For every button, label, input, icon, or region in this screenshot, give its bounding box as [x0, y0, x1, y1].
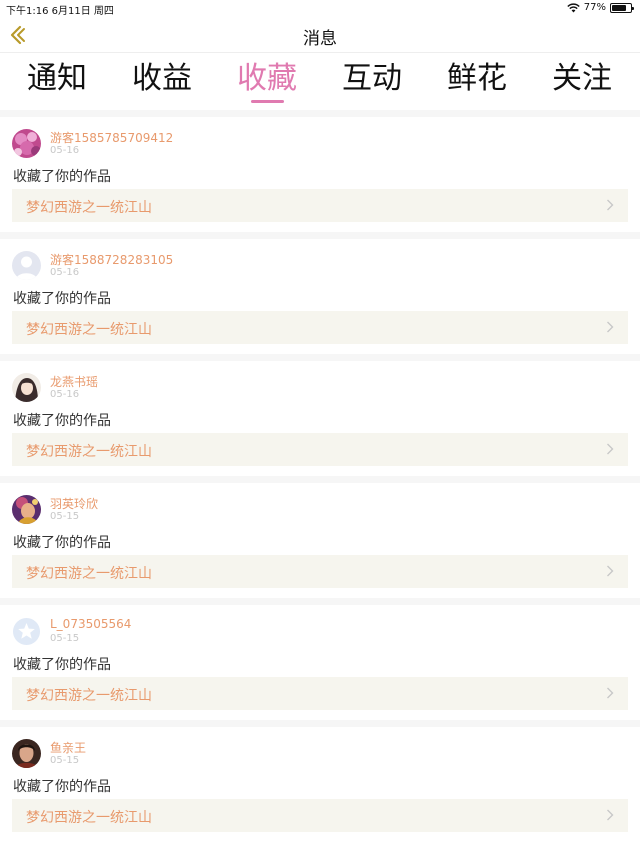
chevron-right-icon — [607, 199, 614, 211]
tab-notifications[interactable]: 通知 — [7, 59, 107, 99]
username[interactable]: L_073505564 — [50, 617, 131, 631]
username[interactable]: 游客1588728283105 — [50, 251, 173, 268]
list-item: 游客1585785709412 05-16 收藏了你的作品 梦幻西游之一统江山 — [0, 117, 640, 232]
chevron-right-icon — [607, 443, 614, 455]
tab-earnings[interactable]: 收益 — [112, 59, 212, 99]
avatar[interactable] — [12, 739, 41, 768]
work-title: 梦幻西游之一统江山 — [26, 322, 152, 338]
work-title: 梦幻西游之一统江山 — [26, 444, 152, 460]
list-item: 羽英玲欣 05-15 收藏了你的作品 梦幻西游之一统江山 — [0, 483, 640, 598]
chevron-right-icon — [607, 321, 614, 333]
work-title: 梦幻西游之一统江山 — [26, 688, 152, 704]
action-text: 收藏了你的作品 — [13, 413, 111, 429]
avatar[interactable] — [12, 373, 41, 402]
avatar[interactable] — [12, 129, 41, 158]
username[interactable]: 游客1585785709412 — [50, 129, 173, 146]
action-text: 收藏了你的作品 — [13, 291, 111, 307]
timestamp: 05-16 — [50, 267, 80, 278]
tab-following[interactable]: 关注 — [532, 59, 632, 99]
timestamp: 05-15 — [50, 511, 80, 522]
action-text: 收藏了你的作品 — [13, 779, 111, 795]
favorites-list: 游客1585785709412 05-16 收藏了你的作品 梦幻西游之一统江山 … — [0, 110, 640, 842]
action-text: 收藏了你的作品 — [13, 657, 111, 673]
work-link[interactable]: 梦幻西游之一统江山 — [12, 799, 628, 832]
timestamp: 05-16 — [50, 389, 80, 400]
username[interactable]: 羽英玲欣 — [50, 495, 98, 512]
work-link[interactable]: 梦幻西游之一统江山 — [12, 433, 628, 466]
status-time-date: 下午1:16 6月11日 周四 — [6, 6, 114, 17]
avatar[interactable] — [12, 617, 41, 646]
anime-girl-avatar-icon — [12, 373, 41, 402]
chevron-right-icon — [607, 809, 614, 821]
active-tab-indicator — [251, 100, 284, 103]
chevron-right-icon — [607, 565, 614, 577]
work-link[interactable]: 梦幻西游之一统江山 — [12, 311, 628, 344]
star-badge-avatar-icon — [12, 617, 41, 646]
work-link[interactable]: 梦幻西游之一统江山 — [12, 189, 628, 222]
work-link[interactable]: 梦幻西游之一统江山 — [12, 677, 628, 710]
avatar[interactable] — [12, 495, 41, 524]
tab-flowers[interactable]: 鲜花 — [427, 59, 527, 99]
list-item: L_073505564 05-15 收藏了你的作品 梦幻西游之一统江山 — [0, 605, 640, 720]
work-link[interactable]: 梦幻西游之一统江山 — [12, 555, 628, 588]
wifi-icon — [567, 2, 580, 12]
portrait-photo-avatar-icon — [12, 739, 41, 768]
username[interactable]: 龙燕书瑶 — [50, 373, 98, 390]
page-title: 消息 — [303, 29, 337, 49]
timestamp: 05-15 — [50, 755, 80, 766]
battery-percent: 77% — [583, 2, 606, 13]
divider — [0, 110, 640, 117]
status-bar: 下午1:16 6月11日 周四 77% — [0, 0, 640, 17]
game-character-avatar-icon — [12, 495, 41, 524]
divider — [0, 476, 640, 483]
divider — [0, 598, 640, 605]
divider — [0, 720, 640, 727]
battery-icon — [610, 2, 634, 13]
action-text: 收藏了你的作品 — [13, 535, 111, 551]
nav-bar: 消息 — [0, 17, 640, 53]
avatar[interactable] — [12, 251, 41, 280]
message-tabs: 通知 收益 收藏 互动 鲜花 关注 — [0, 53, 640, 110]
list-item: 鱼亲王 05-15 收藏了你的作品 梦幻西游之一统江山 — [0, 727, 640, 842]
divider — [0, 232, 640, 239]
work-title: 梦幻西游之一统江山 — [26, 566, 152, 582]
list-item: 龙燕书瑶 05-16 收藏了你的作品 梦幻西游之一统江山 — [0, 361, 640, 476]
battery-level — [612, 4, 626, 11]
work-title: 梦幻西游之一统江山 — [26, 810, 152, 826]
divider — [0, 354, 640, 361]
username[interactable]: 鱼亲王 — [50, 739, 86, 756]
status-right-group: 77% — [567, 2, 634, 13]
chevron-right-icon — [607, 687, 614, 699]
work-title: 梦幻西游之一统江山 — [26, 200, 152, 216]
default-person-avatar-icon — [12, 251, 41, 280]
flower-photo-avatar-icon — [12, 129, 41, 158]
timestamp: 05-16 — [50, 145, 80, 156]
list-item: 游客1588728283105 05-16 收藏了你的作品 梦幻西游之一统江山 — [0, 239, 640, 354]
timestamp: 05-15 — [50, 633, 80, 644]
tab-interactions[interactable]: 互动 — [322, 59, 422, 99]
tab-favorites[interactable]: 收藏 — [217, 59, 317, 99]
action-text: 收藏了你的作品 — [13, 169, 111, 185]
